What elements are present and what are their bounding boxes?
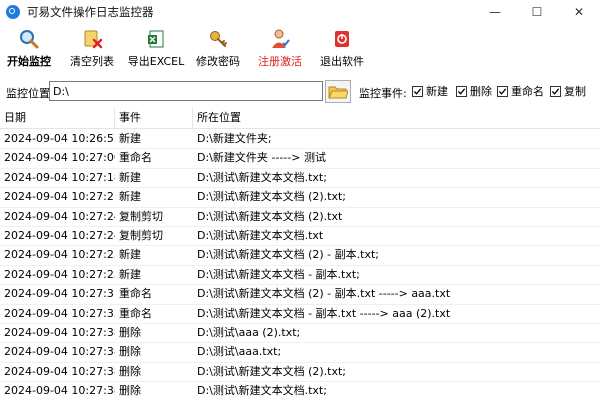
event-cell: 复制剪切: [119, 209, 163, 223]
clear-list-button[interactable]: 清空列表: [58, 26, 126, 72]
date-cell: 2024-09-04 10:27:24: [4, 209, 115, 223]
date-cell: 2024-09-04 10:27:38: [4, 345, 115, 359]
checkbox-checked-icon[interactable]: [456, 85, 467, 97]
log-table: 日期 事件 所在位置 2024-09-04 10:26:57 新建 D:\新建文件夹…: [0, 108, 600, 400]
date-cell: 2024-09-04 10:27:35: [4, 306, 115, 320]
event-cell: 新建: [119, 190, 141, 204]
column-header-date[interactable]: 日期: [0, 108, 115, 128]
location-cell: D:\测试\新建文本文档 (2).txt;: [197, 364, 347, 378]
table-row[interactable]: 2024-09-04 10:27:35 重命名 D:\测试\新建文本文档 - 副本.…: [0, 304, 600, 324]
date-cell: 2024-09-04 10:27:24: [4, 229, 115, 242]
export-excel-button[interactable]: 导出EXCEL: [126, 26, 186, 72]
toolbar: 开始监控 清空列表 导出EXCEL 修改密码 注册激活 退出软件: [0, 26, 600, 72]
date-cell: 2024-09-04 10:27:38: [4, 384, 115, 398]
location-cell: D:\测试\新建文本文档 - 副本.txt -----> aaa (2).txt: [197, 306, 451, 320]
table-row[interactable]: 2024-09-04 10:27:31 重命名 D:\测试\新建文本文档 (2) -…: [0, 284, 600, 305]
event-checkbox-create[interactable]: 新建: [412, 83, 448, 99]
date-cell: 2024-09-04 10:27:00: [4, 151, 115, 165]
table-row[interactable]: 2024-09-04 10:27:24 复制剪切 D:\测试\新建文本文档.txt: [0, 226, 600, 247]
table-row[interactable]: 2024-09-04 10:27:38 删除 D:\测试\aaa (2).txt;: [0, 323, 600, 344]
table-row[interactable]: 2024-09-04 10:27:38 删除 D:\测试\aaa.txt;: [0, 342, 600, 363]
title-bar: 可易文件操作日志监控器 — ☐ ✕: [0, 0, 600, 24]
event-cell: 重命名: [119, 151, 152, 165]
event-cell: 删除: [119, 345, 141, 359]
date-cell: 2024-09-04 10:27:25: [4, 248, 115, 262]
table-row[interactable]: 2024-09-04 10:27:25 新建 D:\测试\新建文本文档 - 副本.t…: [0, 265, 600, 286]
checkbox-checked-icon[interactable]: [550, 85, 561, 97]
event-cell: 删除: [119, 364, 141, 378]
user-register-icon: [272, 29, 290, 48]
event-cell: 新建: [119, 248, 141, 262]
date-cell: 2024-09-04 10:27:38: [4, 326, 115, 339]
date-cell: 2024-09-04 10:27:31: [4, 287, 115, 301]
location-cell: D:\测试\新建文本文档 (2).txt;: [197, 190, 347, 204]
monitor-settings-bar: 监控位置 监控事件: 新建 删除 重命名: [0, 80, 600, 104]
magnifier-icon: [20, 30, 39, 49]
table-row[interactable]: 2024-09-04 10:27:38 删除 D:\测试\新建文本文档.txt;: [0, 381, 600, 400]
event-cell: 复制剪切: [119, 229, 163, 242]
clear-list-icon: [84, 30, 103, 49]
register-activate-button[interactable]: 注册激活: [250, 26, 310, 72]
location-cell: D:\测试\新建文本文档 (2).txt: [197, 209, 343, 223]
exit-icon: [335, 31, 349, 47]
browse-folder-button[interactable]: [325, 80, 351, 103]
location-cell: D:\测试\aaa (2).txt;: [197, 326, 301, 339]
table-row[interactable]: 2024-09-04 10:27:18 新建 D:\测试\新建文本文档.txt;: [0, 168, 600, 189]
event-checkbox-rename[interactable]: 重命名: [497, 83, 544, 99]
event-checkbox-copy[interactable]: 复制: [550, 83, 586, 99]
table-row[interactable]: 2024-09-04 10:27:25 新建 D:\测试\新建文本文档 (2) - …: [0, 245, 600, 266]
change-password-button[interactable]: 修改密码: [186, 26, 250, 72]
maximize-button[interactable]: ☐: [516, 0, 558, 24]
column-header-location[interactable]: 所在位置: [193, 108, 600, 128]
column-header-event[interactable]: 事件: [115, 108, 193, 128]
date-cell: 2024-09-04 10:26:57: [4, 132, 115, 145]
date-cell: 2024-09-04 10:27:18: [4, 170, 115, 184]
table-header: 日期 事件 所在位置: [0, 108, 600, 129]
excel-icon: [148, 30, 164, 48]
location-cell: D:\测试\新建文本文档 (2) - 副本.txt;: [197, 248, 379, 262]
date-cell: 2024-09-04 10:27:25: [4, 267, 115, 281]
location-cell: D:\测试\新建文本文档 (2) - 副本.txt -----> aaa.txt: [197, 287, 451, 301]
location-cell: D:\测试\新建文本文档.txt: [197, 229, 324, 242]
location-cell: D:\测试\aaa.txt;: [197, 345, 282, 359]
monitor-location-label: 监控位置: [6, 87, 50, 100]
close-button[interactable]: ✕: [558, 0, 600, 24]
table-row[interactable]: 2024-09-04 10:27:38 删除 D:\测试\新建文本文档 (2).tx…: [0, 362, 600, 383]
folder-icon: [328, 86, 348, 98]
date-cell: 2024-09-04 10:27:21: [4, 190, 115, 204]
monitor-path-input[interactable]: [49, 81, 323, 101]
location-cell: D:\新建文件夹 -----> 测试: [197, 151, 326, 165]
event-cell: 删除: [119, 326, 141, 339]
location-cell: D:\测试\新建文本文档.txt;: [197, 170, 327, 184]
checkbox-checked-icon[interactable]: [412, 85, 423, 97]
monitor-events-label: 监控事件:: [359, 87, 407, 100]
event-cell: 新建: [119, 132, 141, 145]
event-cell: 重命名: [119, 287, 152, 301]
table-row[interactable]: 2024-09-04 10:27:21 新建 D:\测试\新建文本文档 (2).tx…: [0, 187, 600, 208]
event-cell: 新建: [119, 170, 141, 184]
minimize-button[interactable]: —: [474, 0, 516, 24]
event-cell: 新建: [119, 267, 141, 281]
exit-button[interactable]: 退出软件: [310, 26, 374, 72]
table-row[interactable]: 2024-09-04 10:27:24 复制剪切 D:\测试\新建文本文档 (2).…: [0, 207, 600, 227]
app-window: 可易文件操作日志监控器 — ☐ ✕ 开始监控 清空列表 导出EXCEL 修改密码…: [0, 0, 600, 400]
event-checkbox-delete[interactable]: 删除: [456, 83, 492, 99]
app-logo-icon: [6, 5, 20, 19]
date-cell: 2024-09-04 10:27:38: [4, 364, 115, 378]
window-title: 可易文件操作日志监控器: [27, 5, 154, 19]
checkbox-checked-icon[interactable]: [497, 85, 508, 97]
event-cell: 重命名: [119, 306, 152, 320]
event-cell: 删除: [119, 384, 141, 398]
location-cell: D:\测试\新建文本文档.txt;: [197, 384, 327, 398]
start-monitor-button[interactable]: 开始监控: [0, 26, 58, 72]
table-row[interactable]: 2024-09-04 10:27:00 重命名 D:\新建文件夹 -----> 测试: [0, 148, 600, 169]
location-cell: D:\新建文件夹;: [197, 132, 272, 145]
window-controls: — ☐ ✕: [474, 0, 600, 24]
key-icon: [210, 31, 227, 47]
location-cell: D:\测试\新建文本文档 - 副本.txt;: [197, 267, 360, 281]
table-row[interactable]: 2024-09-04 10:26:57 新建 D:\新建文件夹;: [0, 129, 600, 150]
